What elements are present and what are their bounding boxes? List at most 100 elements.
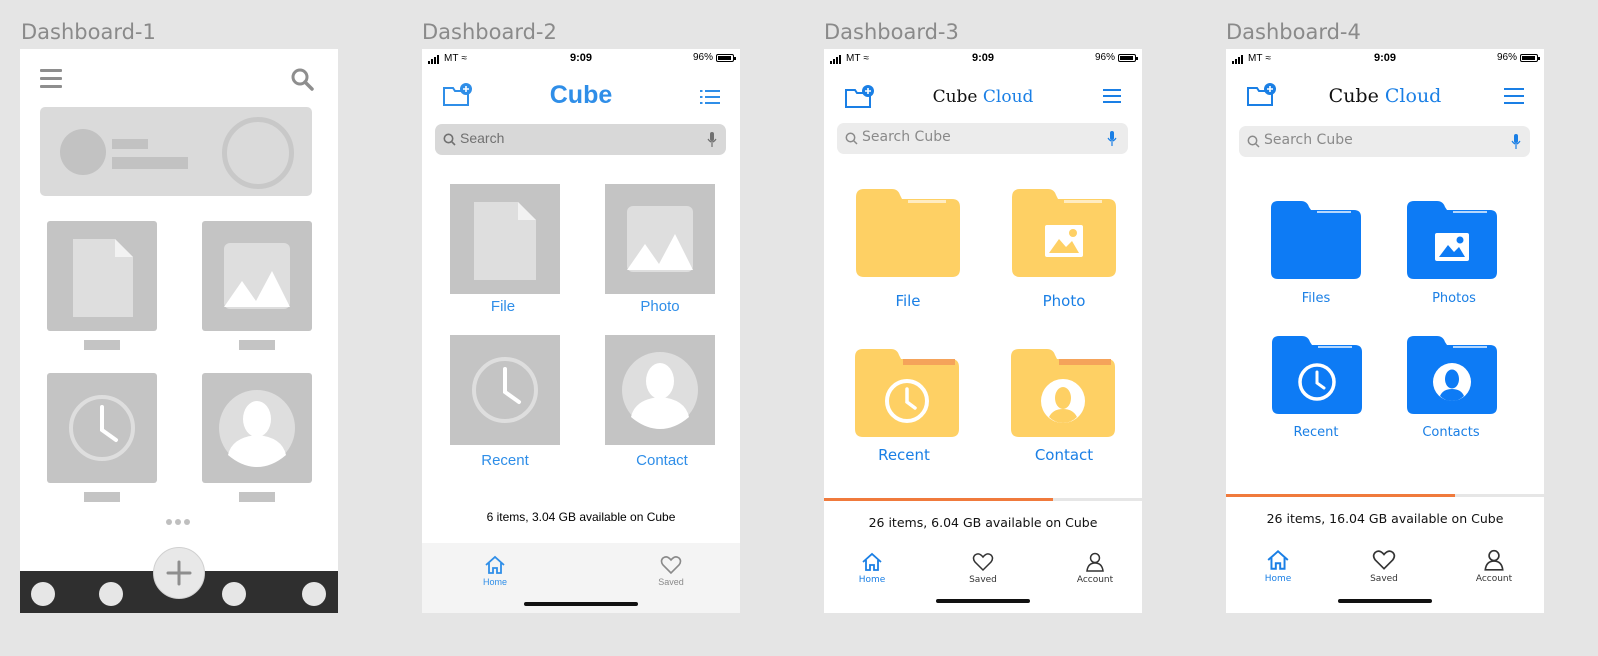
image-icon (224, 243, 290, 309)
search-icon[interactable] (290, 67, 314, 91)
battery-percent: 96% (1496, 52, 1517, 63)
more-dots-icon[interactable] (166, 519, 190, 525)
tab-saved[interactable]: Saved (948, 552, 1018, 585)
recent-folder-icon[interactable] (1272, 336, 1362, 414)
tab-bar: Home Saved (422, 543, 740, 613)
heart-icon (660, 556, 682, 575)
file-tile[interactable] (450, 184, 560, 294)
file-label[interactable]: File (856, 292, 960, 310)
file-label[interactable]: File (448, 298, 558, 315)
home-indicator (936, 599, 1030, 603)
app-title-cloud: Cloud (982, 87, 1034, 107)
caption-placeholder (84, 492, 120, 502)
photo-tile[interactable] (605, 184, 715, 294)
home-indicator (524, 602, 638, 606)
text-placeholder (112, 139, 148, 149)
menu-icon[interactable] (40, 69, 62, 93)
tab-home-label: Home (858, 575, 886, 585)
text-placeholder (112, 157, 188, 169)
app-title-cube: Cube (1328, 85, 1379, 107)
search-input[interactable]: Search (435, 124, 726, 155)
progress-ring-placeholder (222, 117, 294, 189)
tab-saved-label: Saved (969, 575, 997, 585)
add-button[interactable] (153, 547, 205, 599)
tab-account[interactable]: Account (1459, 549, 1529, 584)
home-icon (1267, 549, 1289, 570)
contact-tile[interactable] (605, 335, 715, 445)
file-tile-placeholder[interactable] (47, 221, 157, 331)
tab-placeholder[interactable] (222, 582, 246, 606)
microphone-icon[interactable] (1511, 133, 1521, 150)
tab-home[interactable]: Home (465, 555, 525, 587)
storage-progress-fill (1226, 494, 1455, 497)
tab-account[interactable]: Account (1060, 552, 1130, 585)
microphone-icon[interactable] (707, 131, 717, 148)
storage-progress (824, 498, 1142, 501)
clock-icon (472, 357, 538, 423)
recent-folder-icon[interactable] (855, 349, 959, 437)
search-icon (443, 133, 456, 146)
app-title: Cube Cloud (1226, 85, 1544, 107)
tab-placeholder[interactable] (31, 582, 55, 606)
search-input[interactable]: Search Cube (837, 123, 1128, 154)
tab-saved-label: Saved (1370, 574, 1398, 584)
battery-icon (716, 53, 736, 62)
caption-placeholder (239, 492, 275, 502)
contacts-folder-icon[interactable] (1407, 336, 1497, 414)
status-bar: MT ≈ 9:09 96% (422, 49, 740, 69)
tab-saved[interactable]: Saved (641, 555, 701, 587)
photo-folder-icon[interactable] (1012, 189, 1116, 277)
search-input[interactable]: Search Cube (1239, 126, 1530, 157)
recent-tile-placeholder[interactable] (47, 373, 157, 483)
tab-home[interactable]: Home (1243, 549, 1313, 584)
files-folder-icon[interactable] (1271, 201, 1361, 279)
battery-icon (1118, 53, 1138, 62)
photo-tile-placeholder[interactable] (202, 221, 312, 331)
files-label[interactable]: Files (1271, 291, 1361, 306)
contact-label[interactable]: Contact (607, 452, 717, 469)
contacts-label[interactable]: Contacts (1406, 425, 1496, 440)
list-view-icon[interactable] (700, 89, 720, 105)
app-title-cloud: Cloud (1384, 85, 1442, 107)
recent-label[interactable]: Recent (852, 446, 956, 464)
menu-icon[interactable] (1504, 87, 1524, 105)
storage-summary: 26 items, 16.04 GB available on Cube (1266, 511, 1504, 526)
image-icon (627, 206, 693, 272)
dashboard-2-screen: MT ≈ 9:09 96% Cube Search File Photo Rec… (422, 49, 740, 613)
dashboard-4-screen: MT ≈ 9:09 96% Cube Cloud Search Cube Fil… (1226, 49, 1544, 613)
clock-icon (69, 395, 135, 461)
recent-tile[interactable] (450, 335, 560, 445)
frame-title-dashboard-4: Dashboard-4 (1226, 20, 1361, 44)
photos-folder-icon[interactable] (1407, 201, 1497, 279)
home-indicator (1338, 599, 1432, 603)
frame-title-dashboard-2: Dashboard-2 (422, 20, 557, 44)
contact-folder-icon[interactable] (1011, 349, 1115, 437)
tab-home-label: Home (482, 577, 507, 587)
tab-home[interactable]: Home (837, 552, 907, 585)
photo-label[interactable]: Photo (1012, 292, 1116, 310)
tab-placeholder[interactable] (99, 582, 123, 606)
search-icon (1247, 135, 1260, 148)
photos-label[interactable]: Photos (1409, 291, 1499, 306)
tab-saved[interactable]: Saved (1349, 549, 1419, 584)
tab-placeholder[interactable] (302, 582, 326, 606)
microphone-icon[interactable] (1107, 130, 1117, 147)
tab-account-label: Account (1475, 574, 1513, 584)
dashboard-1-screen (20, 49, 338, 613)
file-folder-icon[interactable] (856, 189, 960, 277)
recent-label[interactable]: Recent (1271, 425, 1361, 440)
storage-summary: 26 items, 6.04 GB available on Cube (868, 515, 1098, 530)
contact-tile-placeholder[interactable] (202, 373, 312, 483)
app-title: Cube Cloud (824, 87, 1142, 107)
frame-title-dashboard-1: Dashboard-1 (21, 20, 156, 44)
status-bar: MT ≈ 9:09 96% (1226, 49, 1544, 69)
recent-label[interactable]: Recent (450, 452, 560, 469)
contact-label[interactable]: Contact (1012, 446, 1116, 464)
battery-percent: 96% (692, 52, 713, 63)
storage-progress-fill (824, 498, 1053, 501)
search-placeholder: Search (460, 130, 505, 146)
menu-icon[interactable] (1103, 88, 1121, 104)
photo-label[interactable]: Photo (605, 298, 715, 315)
search-placeholder: Search Cube (1264, 132, 1353, 148)
heart-icon (972, 553, 994, 572)
